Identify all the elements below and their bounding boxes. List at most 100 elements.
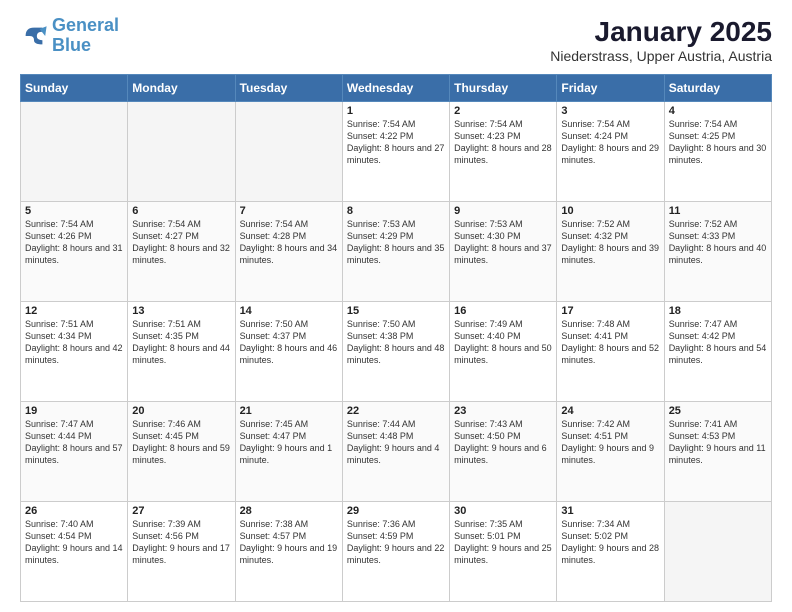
day-info: Sunrise: 7:39 AM Sunset: 4:56 PM Dayligh… (132, 518, 230, 567)
header: General Blue January 2025 Niederstrass, … (20, 16, 772, 64)
day-info: Sunrise: 7:54 AM Sunset: 4:28 PM Dayligh… (240, 218, 338, 267)
day-number: 19 (25, 405, 123, 417)
day-number: 23 (454, 405, 552, 417)
week-row-4: 26Sunrise: 7:40 AM Sunset: 4:54 PM Dayli… (21, 502, 772, 602)
day-number: 16 (454, 305, 552, 317)
day-cell: 8Sunrise: 7:53 AM Sunset: 4:29 PM Daylig… (342, 202, 449, 302)
day-info: Sunrise: 7:41 AM Sunset: 4:53 PM Dayligh… (669, 418, 767, 467)
day-cell: 24Sunrise: 7:42 AM Sunset: 4:51 PM Dayli… (557, 402, 664, 502)
day-cell: 11Sunrise: 7:52 AM Sunset: 4:33 PM Dayli… (664, 202, 771, 302)
logo-icon (20, 22, 48, 50)
day-cell: 12Sunrise: 7:51 AM Sunset: 4:34 PM Dayli… (21, 302, 128, 402)
day-cell: 31Sunrise: 7:34 AM Sunset: 5:02 PM Dayli… (557, 502, 664, 602)
day-info: Sunrise: 7:54 AM Sunset: 4:25 PM Dayligh… (669, 118, 767, 167)
logo: General Blue (20, 16, 119, 56)
day-cell: 2Sunrise: 7:54 AM Sunset: 4:23 PM Daylig… (450, 102, 557, 202)
day-number: 28 (240, 505, 338, 517)
day-cell: 29Sunrise: 7:36 AM Sunset: 4:59 PM Dayli… (342, 502, 449, 602)
day-cell: 10Sunrise: 7:52 AM Sunset: 4:32 PM Dayli… (557, 202, 664, 302)
day-info: Sunrise: 7:48 AM Sunset: 4:41 PM Dayligh… (561, 318, 659, 367)
day-cell: 15Sunrise: 7:50 AM Sunset: 4:38 PM Dayli… (342, 302, 449, 402)
day-info: Sunrise: 7:47 AM Sunset: 4:42 PM Dayligh… (669, 318, 767, 367)
day-number: 9 (454, 205, 552, 217)
calendar-table: Sunday Monday Tuesday Wednesday Thursday… (20, 74, 772, 602)
day-info: Sunrise: 7:50 AM Sunset: 4:37 PM Dayligh… (240, 318, 338, 367)
day-info: Sunrise: 7:54 AM Sunset: 4:24 PM Dayligh… (561, 118, 659, 167)
day-cell: 25Sunrise: 7:41 AM Sunset: 4:53 PM Dayli… (664, 402, 771, 502)
day-number: 14 (240, 305, 338, 317)
subtitle: Niederstrass, Upper Austria, Austria (550, 48, 772, 64)
day-info: Sunrise: 7:50 AM Sunset: 4:38 PM Dayligh… (347, 318, 445, 367)
day-cell: 14Sunrise: 7:50 AM Sunset: 4:37 PM Dayli… (235, 302, 342, 402)
day-info: Sunrise: 7:52 AM Sunset: 4:32 PM Dayligh… (561, 218, 659, 267)
day-info: Sunrise: 7:54 AM Sunset: 4:22 PM Dayligh… (347, 118, 445, 167)
day-info: Sunrise: 7:43 AM Sunset: 4:50 PM Dayligh… (454, 418, 552, 467)
day-info: Sunrise: 7:36 AM Sunset: 4:59 PM Dayligh… (347, 518, 445, 567)
page: General Blue January 2025 Niederstrass, … (0, 0, 792, 612)
day-number: 18 (669, 305, 767, 317)
day-cell: 3Sunrise: 7:54 AM Sunset: 4:24 PM Daylig… (557, 102, 664, 202)
day-cell: 23Sunrise: 7:43 AM Sunset: 4:50 PM Dayli… (450, 402, 557, 502)
logo-line1: General (52, 16, 119, 36)
day-info: Sunrise: 7:49 AM Sunset: 4:40 PM Dayligh… (454, 318, 552, 367)
header-monday: Monday (128, 75, 235, 102)
header-wednesday: Wednesday (342, 75, 449, 102)
day-number: 21 (240, 405, 338, 417)
day-cell: 5Sunrise: 7:54 AM Sunset: 4:26 PM Daylig… (21, 202, 128, 302)
day-info: Sunrise: 7:47 AM Sunset: 4:44 PM Dayligh… (25, 418, 123, 467)
day-info: Sunrise: 7:53 AM Sunset: 4:30 PM Dayligh… (454, 218, 552, 267)
day-number: 24 (561, 405, 659, 417)
day-cell: 4Sunrise: 7:54 AM Sunset: 4:25 PM Daylig… (664, 102, 771, 202)
day-number: 8 (347, 205, 445, 217)
day-info: Sunrise: 7:40 AM Sunset: 4:54 PM Dayligh… (25, 518, 123, 567)
day-number: 10 (561, 205, 659, 217)
day-info: Sunrise: 7:54 AM Sunset: 4:26 PM Dayligh… (25, 218, 123, 267)
day-cell: 6Sunrise: 7:54 AM Sunset: 4:27 PM Daylig… (128, 202, 235, 302)
day-number: 13 (132, 305, 230, 317)
week-row-0: 1Sunrise: 7:54 AM Sunset: 4:22 PM Daylig… (21, 102, 772, 202)
day-cell: 21Sunrise: 7:45 AM Sunset: 4:47 PM Dayli… (235, 402, 342, 502)
day-cell: 1Sunrise: 7:54 AM Sunset: 4:22 PM Daylig… (342, 102, 449, 202)
day-cell: 19Sunrise: 7:47 AM Sunset: 4:44 PM Dayli… (21, 402, 128, 502)
week-row-3: 19Sunrise: 7:47 AM Sunset: 4:44 PM Dayli… (21, 402, 772, 502)
day-number: 15 (347, 305, 445, 317)
day-info: Sunrise: 7:51 AM Sunset: 4:35 PM Dayligh… (132, 318, 230, 367)
header-thursday: Thursday (450, 75, 557, 102)
day-number: 2 (454, 105, 552, 117)
title-block: January 2025 Niederstrass, Upper Austria… (550, 16, 772, 64)
day-cell: 20Sunrise: 7:46 AM Sunset: 4:45 PM Dayli… (128, 402, 235, 502)
day-info: Sunrise: 7:54 AM Sunset: 4:27 PM Dayligh… (132, 218, 230, 267)
logo-line2: Blue (52, 36, 119, 56)
day-info: Sunrise: 7:53 AM Sunset: 4:29 PM Dayligh… (347, 218, 445, 267)
day-number: 4 (669, 105, 767, 117)
day-number: 5 (25, 205, 123, 217)
day-number: 22 (347, 405, 445, 417)
day-cell: 26Sunrise: 7:40 AM Sunset: 4:54 PM Dayli… (21, 502, 128, 602)
day-cell: 9Sunrise: 7:53 AM Sunset: 4:30 PM Daylig… (450, 202, 557, 302)
day-cell (664, 502, 771, 602)
day-cell: 7Sunrise: 7:54 AM Sunset: 4:28 PM Daylig… (235, 202, 342, 302)
day-cell (235, 102, 342, 202)
day-cell: 13Sunrise: 7:51 AM Sunset: 4:35 PM Dayli… (128, 302, 235, 402)
logo-text: General Blue (52, 16, 119, 56)
header-sunday: Sunday (21, 75, 128, 102)
week-row-1: 5Sunrise: 7:54 AM Sunset: 4:26 PM Daylig… (21, 202, 772, 302)
weekday-row: Sunday Monday Tuesday Wednesday Thursday… (21, 75, 772, 102)
day-cell: 27Sunrise: 7:39 AM Sunset: 4:56 PM Dayli… (128, 502, 235, 602)
day-info: Sunrise: 7:46 AM Sunset: 4:45 PM Dayligh… (132, 418, 230, 467)
week-row-2: 12Sunrise: 7:51 AM Sunset: 4:34 PM Dayli… (21, 302, 772, 402)
day-info: Sunrise: 7:34 AM Sunset: 5:02 PM Dayligh… (561, 518, 659, 567)
day-number: 12 (25, 305, 123, 317)
day-number: 30 (454, 505, 552, 517)
header-tuesday: Tuesday (235, 75, 342, 102)
day-number: 11 (669, 205, 767, 217)
day-number: 6 (132, 205, 230, 217)
day-number: 25 (669, 405, 767, 417)
day-info: Sunrise: 7:54 AM Sunset: 4:23 PM Dayligh… (454, 118, 552, 167)
day-number: 1 (347, 105, 445, 117)
day-info: Sunrise: 7:45 AM Sunset: 4:47 PM Dayligh… (240, 418, 338, 467)
header-saturday: Saturday (664, 75, 771, 102)
day-cell: 28Sunrise: 7:38 AM Sunset: 4:57 PM Dayli… (235, 502, 342, 602)
day-cell: 16Sunrise: 7:49 AM Sunset: 4:40 PM Dayli… (450, 302, 557, 402)
day-number: 29 (347, 505, 445, 517)
